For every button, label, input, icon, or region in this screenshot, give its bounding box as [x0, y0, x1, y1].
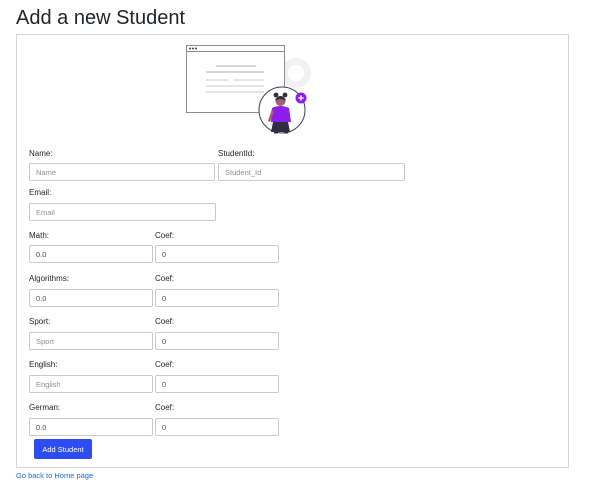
page-title: Add a new Student: [16, 7, 186, 29]
back-to-home-link[interactable]: Go back to Home page: [16, 471, 93, 481]
email-label: Email:: [29, 188, 52, 197]
german-label: German:: [29, 403, 61, 412]
sport-coef-input[interactable]: [155, 332, 279, 350]
student-id-label: StudentId:: [218, 149, 255, 158]
english-label: English:: [29, 360, 58, 369]
add-user-illustration: [186, 45, 311, 134]
student-form-card: Name: StudentId: Email: Math: Coef: Algo…: [16, 34, 569, 468]
english-coef-label: Coef:: [155, 360, 175, 369]
sport-coef-label: Coef:: [155, 317, 175, 326]
math-coef-label: Coef:: [155, 231, 175, 240]
math-input[interactable]: [29, 245, 153, 263]
math-coef-input[interactable]: [155, 245, 279, 263]
algorithms-coef-label: Coef:: [155, 274, 175, 283]
german-coef-input[interactable]: [155, 418, 279, 436]
german-input[interactable]: [29, 418, 153, 436]
algorithms-input[interactable]: [29, 289, 153, 307]
add-student-button[interactable]: Add Student: [34, 439, 92, 459]
sport-label: Sport:: [29, 317, 51, 326]
english-input[interactable]: [29, 375, 153, 393]
german-coef-label: Coef:: [155, 403, 175, 412]
math-label: Math:: [29, 231, 50, 240]
email-input[interactable]: [29, 203, 216, 221]
algorithms-coef-input[interactable]: [155, 289, 279, 307]
student-id-input[interactable]: [218, 163, 405, 181]
english-coef-input[interactable]: [155, 375, 279, 393]
sport-input[interactable]: [29, 332, 153, 350]
algorithms-label: Algorithms:: [29, 274, 70, 283]
name-label: Name:: [29, 149, 53, 158]
name-input[interactable]: [29, 163, 215, 181]
